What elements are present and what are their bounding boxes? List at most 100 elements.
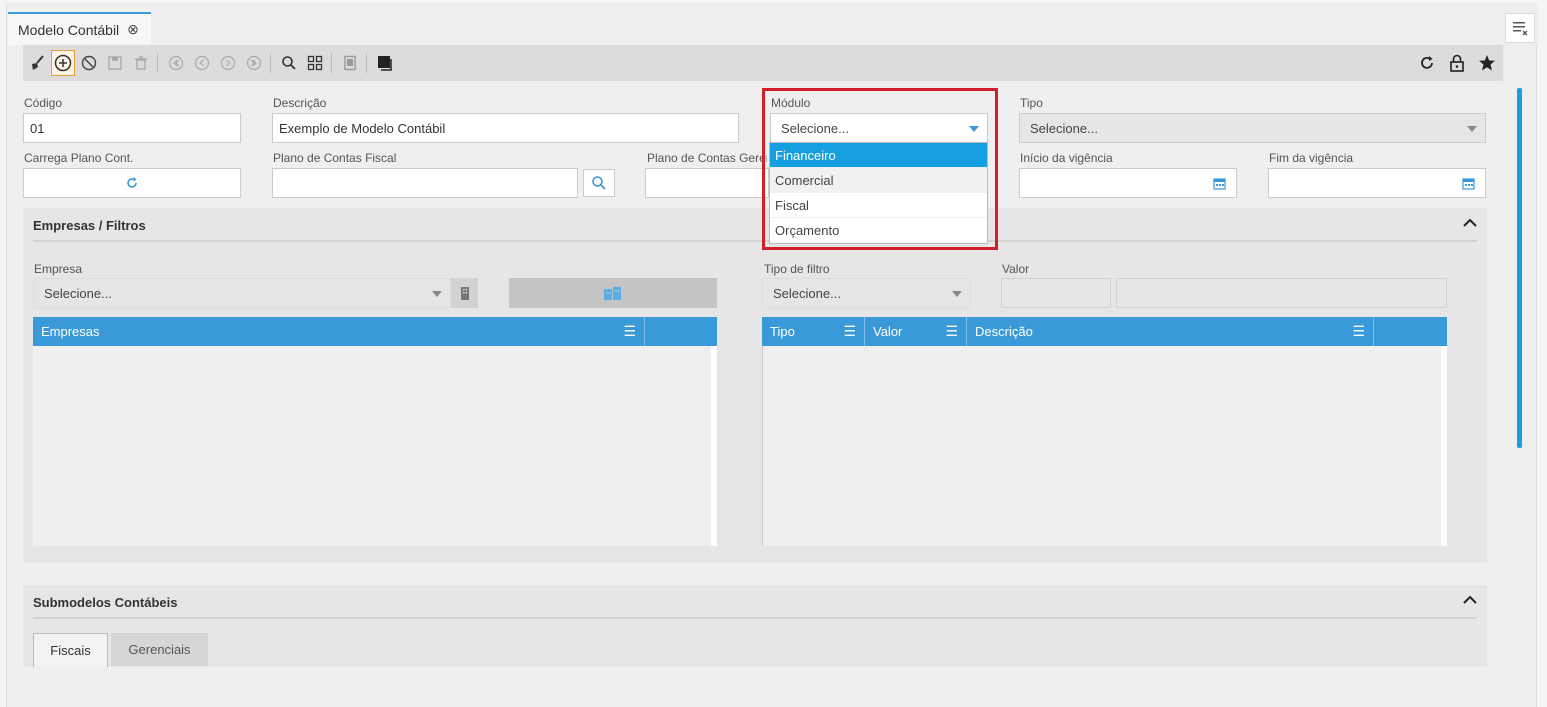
modulo-dropdown-list: Financeiro Comercial Fiscal Orçamento	[769, 142, 988, 244]
grid-icon[interactable]	[303, 50, 327, 76]
tipo-select[interactable]: Selecione...	[1019, 113, 1486, 143]
next-icon[interactable]	[216, 50, 240, 76]
list-settings-icon	[1513, 22, 1528, 36]
hamburger-icon[interactable]: ☰	[1352, 323, 1365, 340]
empresa-select-value: Selecione...	[44, 285, 112, 301]
plano-fiscal-input[interactable]	[272, 168, 578, 198]
refresh-icon[interactable]	[1415, 50, 1439, 76]
trash-icon[interactable]	[129, 50, 153, 76]
inicio-vigencia-input[interactable]	[1019, 168, 1237, 198]
vertical-scrollbar[interactable]	[1517, 88, 1522, 448]
search-icon	[592, 176, 606, 190]
save-icon[interactable]	[103, 50, 127, 76]
toolbar-separator	[331, 53, 332, 73]
tab-modelo-contabil[interactable]: Modelo Contábil ⊗	[8, 12, 151, 45]
document-icon[interactable]	[338, 50, 362, 76]
lock-icon[interactable]	[1445, 50, 1469, 76]
toolbar-separator	[366, 53, 367, 73]
calendar-icon[interactable]	[1213, 177, 1226, 190]
inicio-vigencia-label: Início da vigência	[1020, 151, 1113, 165]
cancel-icon[interactable]	[77, 50, 101, 76]
empresa-select[interactable]: Selecione...	[33, 278, 451, 308]
toolbar-separator	[270, 53, 271, 73]
grid-column-empty	[645, 317, 717, 346]
close-icon[interactable]: ⊗	[127, 21, 139, 38]
plano-fiscal-label: Plano de Contas Fiscal	[273, 151, 397, 165]
descricao-label: Descrição	[273, 96, 327, 110]
chevron-up-icon[interactable]	[1463, 592, 1477, 610]
valor-descricao-input[interactable]	[1116, 278, 1447, 308]
column-label: Tipo	[770, 324, 795, 339]
hamburger-icon[interactable]: ☰	[623, 323, 636, 340]
chevron-down-icon	[432, 291, 442, 297]
filtros-grid-body	[762, 346, 1447, 546]
document-tabbar: Modelo Contábil ⊗	[7, 3, 1538, 45]
plano-gerencial-input[interactable]	[645, 168, 769, 198]
column-label: Empresas	[41, 324, 100, 339]
app-window: Modelo Contábil ⊗ Código 01 Descrição Ex…	[6, 3, 1538, 707]
valor-input[interactable]	[1001, 278, 1111, 308]
chevron-down-icon	[969, 126, 979, 132]
panel-title: Empresas / Filtros	[33, 218, 146, 233]
grid-column-descricao[interactable]: Descrição ☰	[967, 317, 1374, 346]
copy-icon[interactable]	[373, 50, 397, 76]
toolbar-right	[1415, 45, 1499, 81]
hamburger-icon[interactable]: ☰	[843, 323, 856, 340]
plano-fiscal-search-button[interactable]	[583, 169, 615, 197]
tab-gerenciais[interactable]: Gerenciais	[111, 633, 208, 666]
buildings-icon	[604, 287, 621, 300]
hamburger-icon[interactable]: ☰	[945, 323, 958, 340]
empresa-label: Empresa	[34, 262, 83, 276]
codigo-input[interactable]: 01	[23, 113, 241, 143]
filtros-grid-header: Tipo ☰ Valor ☰ Descrição ☰	[762, 317, 1447, 346]
chevron-down-icon	[952, 291, 962, 297]
column-label: Valor	[873, 324, 903, 339]
modulo-select-value: Selecione...	[781, 120, 849, 136]
search-icon[interactable]	[277, 50, 301, 76]
plano-gerencial-label: Plano de Contas Gerencial	[647, 151, 767, 165]
grid-column-empresas[interactable]: Empresas ☰	[33, 317, 645, 346]
fim-vigencia-input[interactable]	[1268, 168, 1486, 198]
empresa-lookup-button[interactable]	[451, 278, 478, 308]
dropdown-option-fiscal[interactable]: Fiscal	[770, 193, 987, 218]
column-label: Descrição	[975, 324, 1033, 339]
carrega-plano-button[interactable]	[23, 168, 241, 198]
dropdown-option-comercial[interactable]: Comercial	[770, 168, 987, 193]
submodelos-panel: Submodelos Contábeis Fiscais Gerenciais	[23, 585, 1487, 667]
modulo-select[interactable]: Selecione...	[770, 113, 988, 143]
toolbar-separator	[157, 53, 158, 73]
empresas-filtros-panel: Empresas / Filtros Empresa Selecione... …	[23, 208, 1487, 563]
chevron-up-icon[interactable]	[1463, 215, 1477, 233]
empresas-grid-header: Empresas ☰	[33, 317, 717, 346]
valor-label: Valor	[1002, 262, 1030, 276]
tab-fiscais[interactable]: Fiscais	[33, 633, 108, 667]
dropdown-option-orcamento[interactable]: Orçamento	[770, 218, 987, 243]
grid-column-empty	[1374, 317, 1447, 346]
modulo-label: Módulo	[771, 96, 811, 110]
broom-icon[interactable]	[25, 50, 49, 76]
panel-divider	[33, 617, 1477, 619]
last-icon[interactable]	[242, 50, 266, 76]
tab-title: Modelo Contábil	[18, 21, 120, 38]
add-circle-icon[interactable]	[51, 50, 75, 76]
fim-vigencia-label: Fim da vigência	[1269, 151, 1354, 165]
carrega-plano-label: Carrega Plano Cont.	[24, 151, 134, 165]
tipo-select-value: Selecione...	[1030, 120, 1098, 136]
prev-icon[interactable]	[190, 50, 214, 76]
building-icon	[460, 287, 469, 300]
dropdown-option-financeiro[interactable]: Financeiro	[770, 143, 987, 168]
star-icon[interactable]	[1475, 50, 1499, 76]
descricao-input[interactable]: Exemplo de Modelo Contábil	[272, 113, 739, 143]
codigo-label: Código	[24, 96, 63, 110]
panel-title: Submodelos Contábeis	[33, 595, 178, 610]
toolbar	[23, 45, 1503, 81]
add-empresas-button[interactable]	[509, 278, 717, 308]
calendar-icon[interactable]	[1462, 177, 1475, 190]
chevron-down-icon	[1467, 126, 1477, 132]
tipo-filtro-select[interactable]: Selecione...	[762, 278, 971, 308]
form-area: Código 01 Descrição Exemplo de Modelo Co…	[7, 81, 1517, 707]
panel-menu-button[interactable]	[1505, 13, 1535, 43]
first-icon[interactable]	[164, 50, 188, 76]
grid-column-valor[interactable]: Valor ☰	[865, 317, 967, 346]
grid-column-tipo[interactable]: Tipo ☰	[762, 317, 865, 346]
